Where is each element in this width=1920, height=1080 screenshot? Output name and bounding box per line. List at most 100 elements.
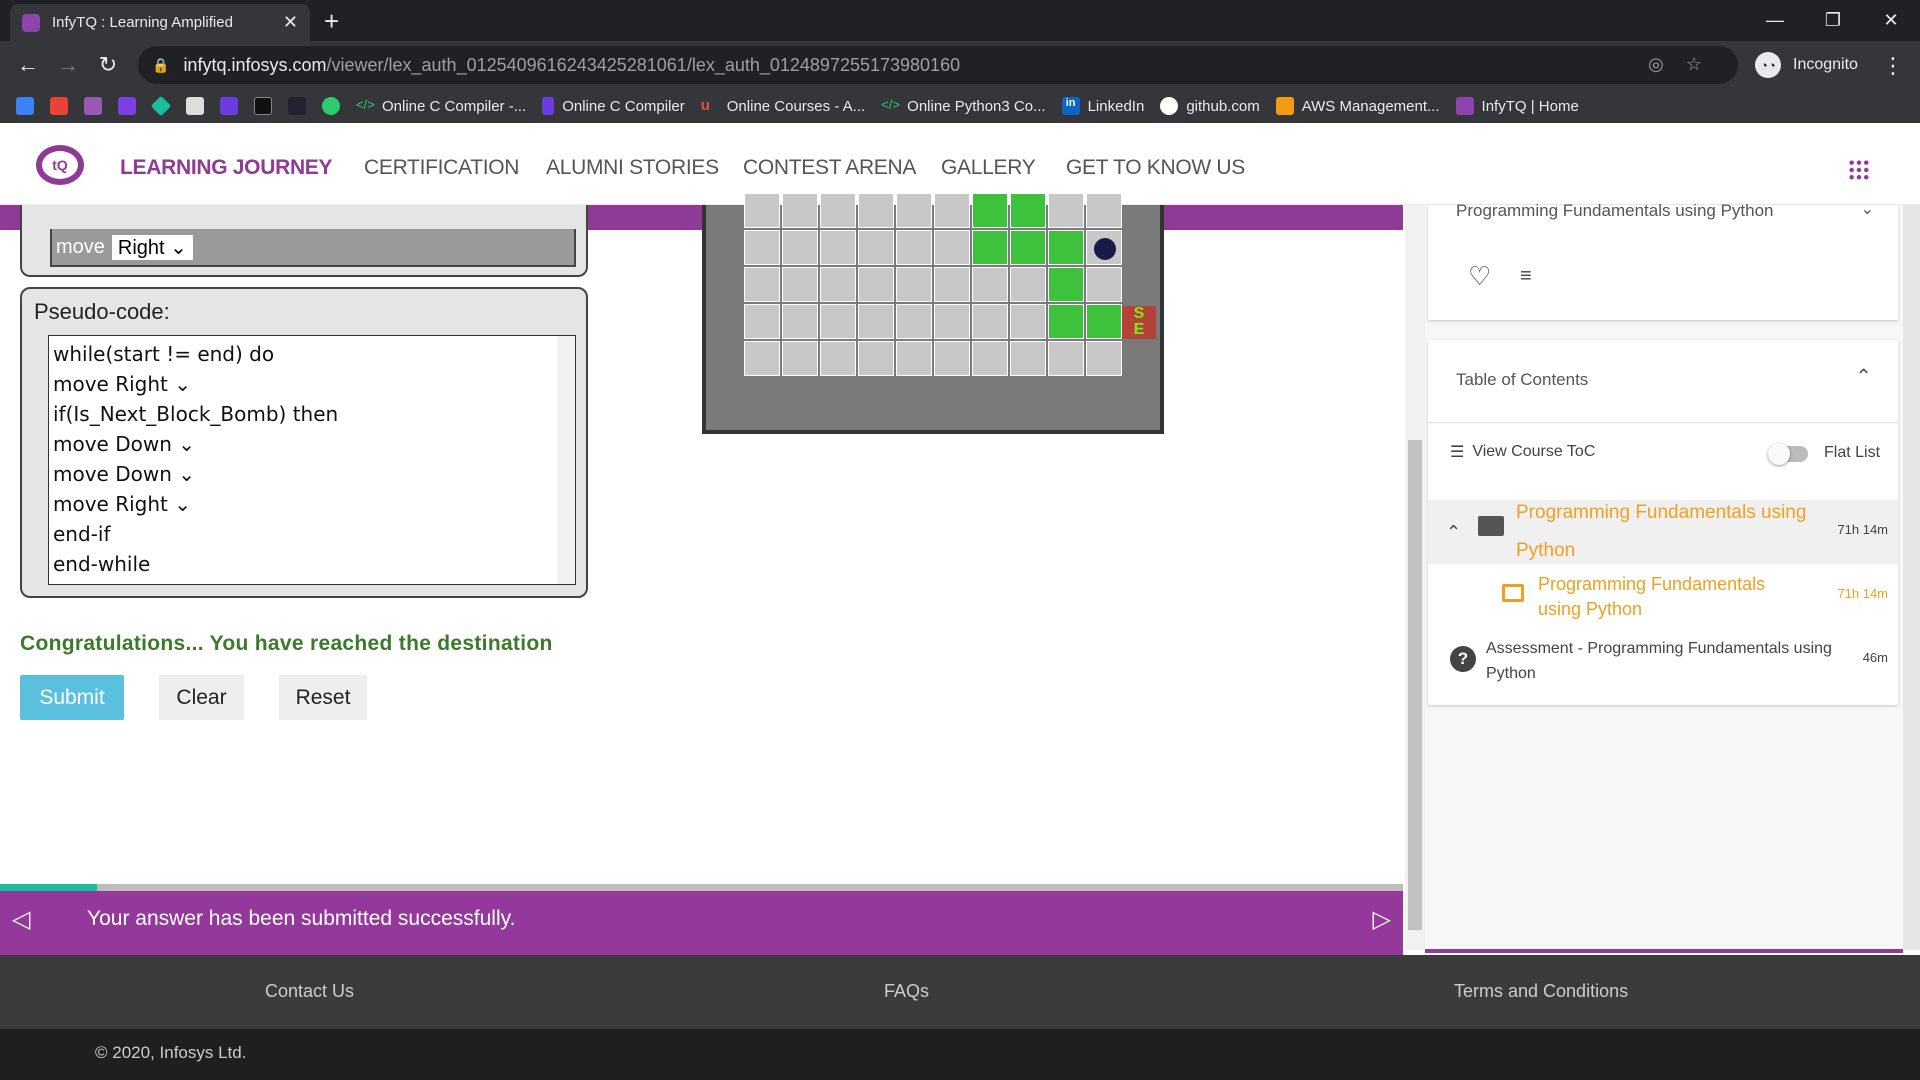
nav-alumni-stories[interactable]: ALUMNI STORIES — [546, 156, 719, 180]
address-actions[interactable]: ◎☆ — [1648, 54, 1724, 75]
grid-cell — [820, 341, 856, 376]
lock-icon: 🔒 — [152, 56, 170, 73]
toc-course-row[interactable]: Programming Fundamentals using Python 71… — [1428, 566, 1898, 626]
url-domain: infytq.infosys.com — [183, 54, 327, 75]
bookmark-label: github.com — [1186, 97, 1260, 115]
chevron-up-icon[interactable]: ⌃ — [1446, 522, 1461, 543]
game-board: SE — [702, 193, 1164, 434]
nav-certification[interactable]: CERTIFICATION — [364, 156, 519, 180]
code-line[interactable]: move Down ⌄ — [53, 462, 195, 486]
faqs-link[interactable]: FAQs — [884, 981, 929, 1002]
bookmark-infytq-home[interactable]: InfyTQ | Home — [1455, 97, 1579, 115]
bookmark-gmail-icon[interactable] — [50, 97, 68, 115]
next-arrow-icon[interactable]: ▷ — [1373, 905, 1391, 934]
url-path: /viewer/lex_auth_012540961624342528106​1… — [326, 54, 961, 75]
direction-select[interactable]: Right ⌄ — [110, 233, 194, 261]
bookmark-linkedin[interactable]: in LinkedIn — [1061, 97, 1144, 115]
bookmark-github[interactable]: github.com — [1160, 97, 1260, 115]
grid-cell — [744, 267, 780, 302]
nav-gallery[interactable]: GALLERY — [941, 156, 1036, 180]
grid-cell-path — [972, 193, 1008, 228]
bookmark-hackerrank-icon[interactable] — [254, 97, 272, 115]
assessment-duration: 46m — [1862, 650, 1888, 665]
heart-icon[interactable]: ♡ — [1468, 261, 1491, 292]
flat-list-toggle[interactable] — [1768, 443, 1808, 465]
browser-tab[interactable]: InfyTQ : Learning Amplified ✕ — [10, 4, 310, 41]
bookmark-apps-icon[interactable] — [16, 97, 34, 115]
code-line[interactable]: move Right ⌄ — [53, 372, 191, 396]
close-window-icon[interactable]: ✕ — [1862, 0, 1920, 41]
close-tab-icon[interactable]: ✕ — [283, 12, 298, 33]
nav-learning-journey[interactable]: LEARNING JOURNEY — [120, 156, 333, 180]
minimize-icon[interactable]: — — [1746, 0, 1804, 41]
address-bar[interactable]: 🔒 infytq.infosys.com/viewer/lex_auth_012… — [138, 46, 1738, 84]
chevron-down-icon[interactable]: ⌄ — [1861, 199, 1874, 219]
programiz-icon — [542, 97, 555, 115]
assessment-title: Assessment - Programming Fundamentals us… — [1486, 640, 1832, 682]
nav-contest-arena[interactable]: CONTEST ARENA — [743, 156, 916, 180]
grid-cell — [896, 304, 932, 339]
grid-cell — [934, 267, 970, 302]
grid-cell — [1010, 304, 1046, 339]
bookmark-diamond-icon[interactable] — [150, 95, 172, 117]
bookmark-slack-icon[interactable] — [84, 97, 102, 115]
bookmark-dark-icon[interactable] — [288, 97, 306, 115]
eye-off-icon[interactable]: ◎ — [1648, 54, 1686, 74]
browser-tab-bar: InfyTQ : Learning Amplified ✕ + — ❐ ✕ — [0, 0, 1920, 41]
pseudo-code-box: Pseudo-code: while(start != end) do move… — [20, 287, 588, 598]
apps-grid-icon[interactable] — [1848, 159, 1870, 181]
code-line[interactable]: move Down ⌄ — [53, 432, 195, 456]
side-panel-scrollbar[interactable] — [1903, 205, 1920, 950]
grid-cell — [896, 230, 932, 265]
grid-cell — [1048, 193, 1084, 228]
back-icon[interactable]: ← — [12, 49, 44, 81]
move-command[interactable]: move Right ⌄ — [50, 229, 576, 267]
move-label: move — [56, 235, 105, 258]
bookmark-online-courses[interactable]: u Online Courses - A... — [701, 97, 865, 115]
bomb-icon — [1094, 238, 1116, 260]
github-icon — [1160, 97, 1179, 115]
pseudo-code-area[interactable]: while(start != end) do move Right ⌄ if(I… — [48, 335, 576, 585]
toc-module-row[interactable]: ⌃ Programming Fundamentals using Python … — [1428, 500, 1898, 564]
grid-cell — [744, 193, 780, 228]
forward-icon[interactable]: → — [52, 49, 84, 81]
grid-cell — [782, 267, 818, 302]
reload-icon[interactable]: ↻ — [92, 49, 124, 81]
incognito-indicator[interactable]: ◔◔ Incognito — [1755, 46, 1858, 84]
star-icon[interactable]: ☆ — [1686, 54, 1724, 74]
contact-us-link[interactable]: Contact Us — [265, 981, 354, 1002]
bookmark-aws[interactable]: AWS Management... — [1275, 97, 1440, 115]
content-scrollbar-thumb[interactable] — [1408, 440, 1422, 930]
grid-cell — [782, 341, 818, 376]
view-course-toc-link[interactable]: ☰ View Course ToC — [1450, 442, 1595, 462]
bookmark-online-c-compiler-2[interactable]: Online C Compiler — [542, 97, 685, 115]
new-tab-button[interactable]: + — [324, 6, 339, 37]
playlist-icon[interactable]: ≡ — [1520, 265, 1532, 288]
bookmark-lock-icon[interactable] — [186, 97, 204, 115]
browser-menu-icon[interactable]: ⋮ — [1882, 53, 1904, 79]
code-scrollbar[interactable] — [557, 336, 575, 584]
grid-cell-path — [1048, 267, 1084, 302]
bookmark-online-python3[interactable]: </> Online Python3 Co... — [881, 97, 1045, 115]
terms-link[interactable]: Terms and Conditions — [1454, 981, 1628, 1002]
bookmark-whatsapp-icon[interactable] — [322, 97, 340, 115]
submit-button[interactable]: Submit — [20, 675, 124, 720]
grid-cell-path — [1086, 304, 1122, 339]
bookmark-online-c-compiler-1[interactable]: </> Online C Compiler -... — [356, 97, 526, 115]
reset-button[interactable]: Reset — [279, 675, 367, 720]
code-line[interactable]: move Right ⌄ — [53, 492, 191, 516]
clear-button[interactable]: Clear — [159, 675, 244, 720]
prev-arrow-icon[interactable]: ◁ — [12, 905, 30, 934]
aws-icon — [1275, 97, 1294, 115]
grid-cell-path — [1010, 193, 1046, 228]
bookmark-label: Online C Compiler — [562, 97, 685, 115]
maximize-icon[interactable]: ❐ — [1804, 0, 1862, 41]
infytq-logo[interactable]: tQ — [36, 145, 84, 185]
chevron-up-icon[interactable]: ⌃ — [1855, 364, 1872, 389]
bookmark-mail-icon[interactable] — [118, 97, 136, 115]
toc-assessment-row[interactable]: ? Assessment - Programming Fundamentals … — [1428, 630, 1898, 690]
bookmark-bolt-icon[interactable] — [220, 97, 238, 115]
list-icon: ☰ — [1450, 444, 1465, 461]
nav-get-to-know-us[interactable]: GET TO KNOW US — [1066, 156, 1245, 180]
grid-cell-path — [1010, 230, 1046, 265]
